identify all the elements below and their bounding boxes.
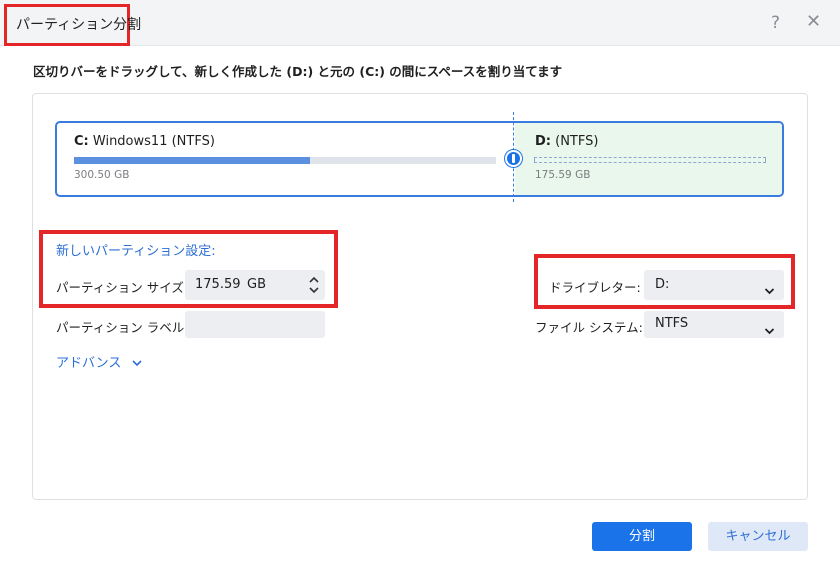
size-stepper-icon[interactable] [308, 274, 320, 296]
partition-c-letter: C: [74, 134, 89, 149]
partition-d-title: D: (NTFS) [535, 134, 598, 149]
chevron-down-icon [764, 280, 775, 299]
instruction-text: 区切りバーをドラッグして、新しく作成した (D:) と元の (C:) の間にスペ… [33, 64, 563, 79]
partition-d-size: 175.59 GB [535, 169, 591, 181]
partition-c-title: C: Windows11 (NTFS) [74, 134, 215, 149]
partition-c-size: 300.50 GB [74, 169, 130, 181]
drive-letter-select[interactable]: D: [644, 270, 784, 300]
file-system-select[interactable]: NTFS [644, 311, 784, 338]
partition-label-input[interactable] [185, 311, 325, 338]
partition-c-usage-fill [74, 157, 311, 164]
file-system-label: ファイル システム: [535, 320, 643, 335]
file-system-value: NTFS [655, 316, 689, 331]
title-bar: パーティション分割 ? ✕ [0, 0, 840, 46]
advanced-label: アドバンス [56, 356, 122, 371]
chevron-down-icon [764, 320, 775, 339]
split-drag-handle[interactable] [505, 150, 522, 167]
help-icon[interactable]: ? [771, 14, 780, 32]
drive-letter-value: D: [655, 277, 670, 292]
partition-d-usage-bar [534, 157, 766, 163]
partition-size-label: パーティション サイズ: [56, 280, 189, 295]
cancel-button[interactable]: キャンセル [708, 522, 808, 551]
partition-d-letter: D: [535, 134, 551, 149]
partition-label-label: パーティション ラベル: [56, 320, 189, 335]
chevron-down-icon [131, 356, 142, 371]
window-title: パーティション分割 [4, 4, 141, 46]
advanced-toggle[interactable]: アドバンス [56, 352, 142, 371]
partition-c-name: Windows11 (NTFS) [92, 134, 215, 149]
partition-d-name: (NTFS) [555, 134, 599, 149]
close-icon[interactable]: ✕ [806, 13, 821, 31]
split-button[interactable]: 分割 [592, 522, 692, 551]
drive-letter-label: ドライブレター: [549, 280, 641, 295]
partition-size-input[interactable]: 175.59 GB [185, 270, 325, 300]
new-partition-settings-title: 新しいパーティション設定: [56, 244, 216, 259]
partition-c-usage-bar [74, 157, 496, 164]
partition-size-unit: GB [247, 277, 266, 292]
partition-size-value: 175.59 [195, 277, 241, 292]
